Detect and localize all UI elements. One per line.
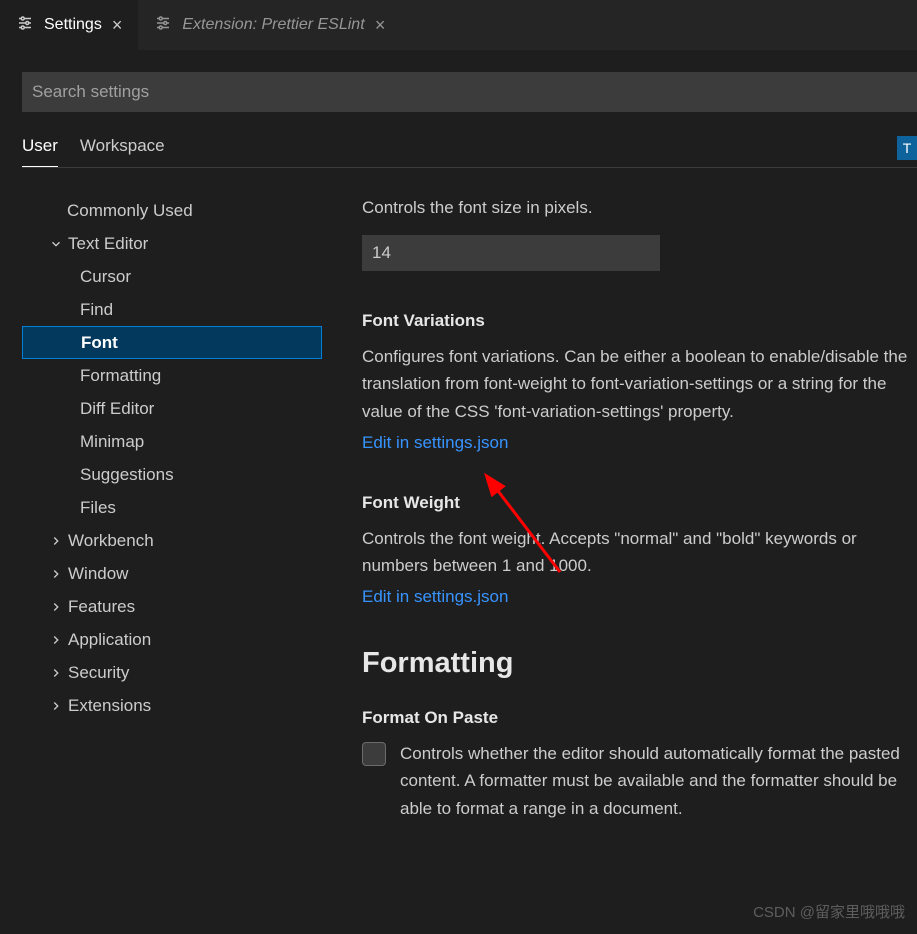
scope-tab-user[interactable]: User xyxy=(22,136,58,167)
format-on-paste-desc: Controls whether the editor should autom… xyxy=(400,740,917,822)
tab-extension[interactable]: Extension: Prettier ESLint × xyxy=(138,0,401,50)
settings-icon xyxy=(16,14,34,37)
formatting-heading: Formatting xyxy=(362,647,917,680)
chevron-right-icon xyxy=(46,534,66,548)
chevron-down-icon xyxy=(46,237,66,251)
tree-minimap[interactable]: Minimap xyxy=(22,425,322,458)
editor-tabs-bar: Settings × Extension: Prettier ESLint × xyxy=(0,0,917,50)
tree-suggestions[interactable]: Suggestions xyxy=(22,458,322,491)
tree-commonly-used[interactable]: Commonly Used xyxy=(22,194,322,227)
close-icon[interactable]: × xyxy=(375,15,386,36)
tree-text-editor[interactable]: Text Editor xyxy=(22,227,322,260)
chevron-right-icon xyxy=(46,567,66,581)
tab-extension-label: Extension: Prettier ESLint xyxy=(182,16,364,34)
tree-font[interactable]: Font xyxy=(22,326,322,359)
font-weight-title: Font Weight xyxy=(362,493,917,513)
font-variations-title: Font Variations xyxy=(362,311,917,331)
search-settings-box[interactable] xyxy=(22,72,917,112)
chevron-right-icon xyxy=(46,666,66,680)
close-icon[interactable]: × xyxy=(112,15,123,36)
tree-find[interactable]: Find xyxy=(22,293,322,326)
tree-workbench[interactable]: Workbench xyxy=(22,524,322,557)
search-input[interactable] xyxy=(32,82,907,102)
edit-settings-json-link[interactable]: Edit in settings.json xyxy=(362,433,917,453)
settings-content: Controls the font size in pixels. Font V… xyxy=(322,186,917,870)
tree-diff-editor[interactable]: Diff Editor xyxy=(22,392,322,425)
tab-settings[interactable]: Settings × xyxy=(0,0,138,50)
tree-window[interactable]: Window xyxy=(22,557,322,590)
font-size-input[interactable] xyxy=(362,235,660,271)
sync-badge[interactable]: T xyxy=(897,136,917,160)
scope-tab-workspace[interactable]: Workspace xyxy=(80,136,165,167)
chevron-right-icon xyxy=(46,600,66,614)
tree-features[interactable]: Features xyxy=(22,590,322,623)
font-size-desc: Controls the font size in pixels. xyxy=(362,194,917,221)
tree-files[interactable]: Files xyxy=(22,491,322,524)
chevron-right-icon xyxy=(46,699,66,713)
scope-tabs: User Workspace T xyxy=(22,136,917,168)
tree-formatting[interactable]: Formatting xyxy=(22,359,322,392)
settings-icon xyxy=(154,14,172,37)
font-variations-desc: Configures font variations. Can be eithe… xyxy=(362,343,917,425)
edit-settings-json-link[interactable]: Edit in settings.json xyxy=(362,587,917,607)
settings-tree: Commonly Used Text Editor Cursor Find Fo… xyxy=(22,186,322,870)
watermark: CSDN @留家里哦哦哦 xyxy=(753,901,905,922)
format-on-paste-checkbox[interactable] xyxy=(362,742,386,766)
tree-extensions[interactable]: Extensions xyxy=(22,689,322,722)
tree-application[interactable]: Application xyxy=(22,623,322,656)
chevron-right-icon xyxy=(46,633,66,647)
font-weight-desc: Controls the font weight. Accepts "norma… xyxy=(362,525,917,579)
tab-settings-label: Settings xyxy=(44,16,102,34)
tree-cursor[interactable]: Cursor xyxy=(22,260,322,293)
tree-security[interactable]: Security xyxy=(22,656,322,689)
format-on-paste-title: Format On Paste xyxy=(362,708,917,728)
